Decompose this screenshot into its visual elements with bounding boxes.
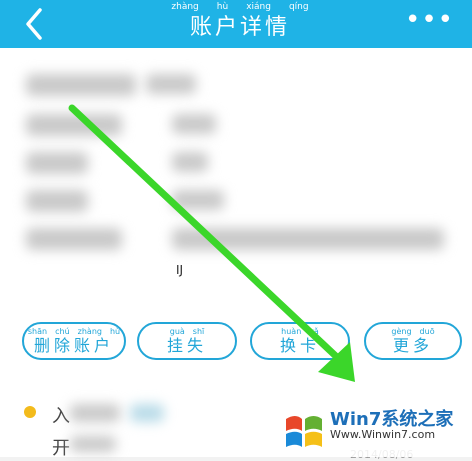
annotation-arrow-icon bbox=[68, 104, 355, 382]
